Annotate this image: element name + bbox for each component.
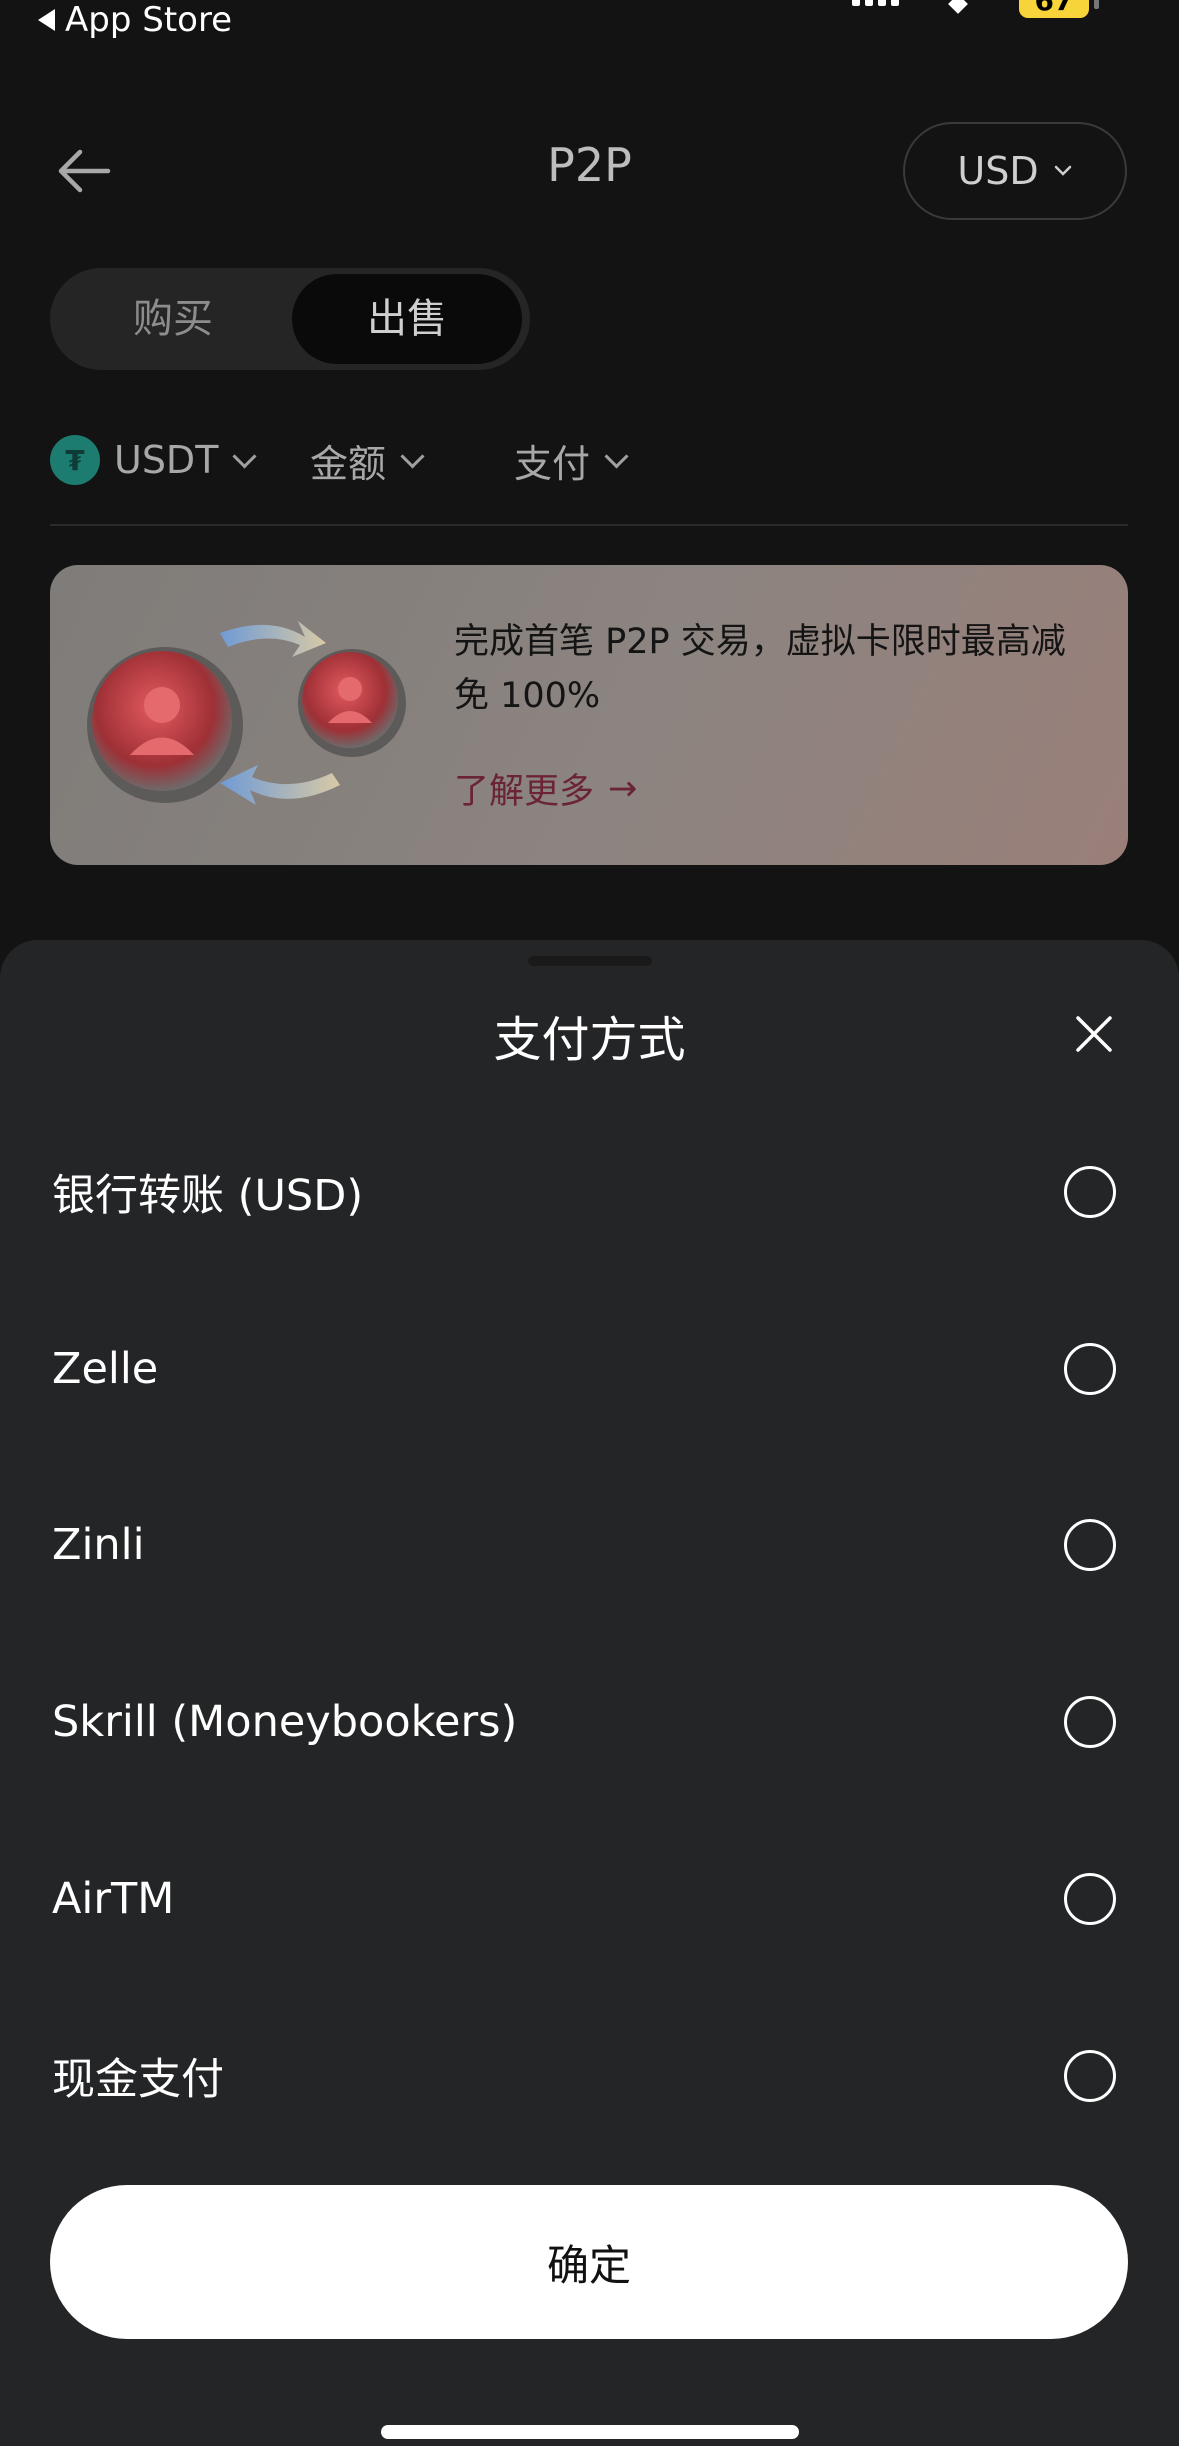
payment-option[interactable]: Skrill (Moneybookers): [0, 1634, 1179, 1810]
tab-sell[interactable]: 出售: [292, 274, 522, 364]
chevron-down-icon: [232, 443, 257, 469]
payment-option[interactable]: 银行转账 (USD): [0, 1104, 1179, 1280]
cellular-signal-icon: [852, 0, 899, 6]
home-indicator[interactable]: [381, 2425, 799, 2439]
learn-more-label: 了解更多: [454, 772, 595, 812]
payment-option[interactable]: Zelle: [0, 1281, 1179, 1457]
radio-button[interactable]: [1064, 1873, 1116, 1925]
filter-bar: ₮ USDT 金额 支付: [50, 432, 629, 488]
filter-coin-label: USDT: [114, 438, 219, 482]
payment-option[interactable]: AirTM: [0, 1811, 1179, 1987]
payment-option[interactable]: 现金支付: [0, 1988, 1179, 2164]
buy-sell-toggle: 购买 出售: [50, 268, 530, 370]
payment-option-label: AirTM: [52, 1874, 175, 1924]
divider: [50, 524, 1128, 526]
confirm-button[interactable]: 确定: [50, 2185, 1128, 2339]
battery-icon: 67: [1019, 0, 1099, 18]
payment-option-label: Skrill (Moneybookers): [52, 1697, 518, 1747]
radio-button[interactable]: [1064, 1696, 1116, 1748]
back-to-app-store-label: App Store: [65, 0, 233, 40]
chevron-down-icon: [604, 443, 629, 469]
filter-coin[interactable]: ₮ USDT: [50, 435, 310, 485]
tab-buy[interactable]: 购买: [58, 274, 288, 364]
filter-payment-label: 支付: [514, 441, 591, 486]
arrow-right-icon: →: [608, 768, 638, 809]
battery-level: 67: [1034, 0, 1074, 17]
filter-amount[interactable]: 金额: [310, 433, 514, 488]
payment-option[interactable]: Zinli: [0, 1457, 1179, 1633]
payment-option-label: Zelle: [52, 1344, 159, 1394]
p2p-exchange-illustration: [87, 621, 406, 805]
back-triangle-icon: [38, 9, 55, 31]
usdt-icon: ₮: [50, 435, 100, 485]
payment-method-sheet: 支付方式 银行转账 (USD) Zelle Zinli Skrill (Mone…: [0, 940, 1179, 2446]
payment-option-label: 银行转账 (USD): [52, 1171, 364, 1221]
sheet-title: 支付方式: [493, 1012, 686, 1068]
radio-button[interactable]: [1064, 1519, 1116, 1571]
banner-text: 完成首笔 P2P 交易，虚拟卡限时最高减免 100%: [454, 622, 1066, 716]
close-icon[interactable]: [1072, 1012, 1116, 1056]
currency-label: USD: [957, 149, 1039, 193]
filter-amount-label: 金额: [310, 441, 387, 486]
status-icons: 67: [852, 0, 1099, 18]
status-bar: App Store 67: [0, 0, 1179, 50]
payment-option-label: 现金支付: [52, 2055, 224, 2105]
chevron-down-icon: [1054, 165, 1071, 176]
radio-button[interactable]: [1064, 1343, 1116, 1395]
learn-more-link[interactable]: 了解更多 →: [454, 763, 637, 814]
sheet-grabber[interactable]: [528, 956, 652, 966]
radio-button[interactable]: [1064, 1166, 1116, 1218]
filter-payment[interactable]: 支付: [514, 433, 629, 488]
radio-button[interactable]: [1064, 2050, 1116, 2102]
chevron-down-icon: [400, 443, 425, 469]
back-to-app-store[interactable]: App Store: [38, 0, 232, 40]
screen: App Store 67 P2P USD 购买 出售 ₮ USDT 金额 支付 …: [0, 0, 1179, 2446]
payment-option-label: Zinli: [52, 1520, 145, 1570]
wifi-icon: [939, 0, 979, 15]
promo-banner[interactable]: 完成首笔 P2P 交易，虚拟卡限时最高减免 100% 了解更多 →: [50, 565, 1128, 865]
currency-selector[interactable]: USD: [903, 122, 1127, 220]
